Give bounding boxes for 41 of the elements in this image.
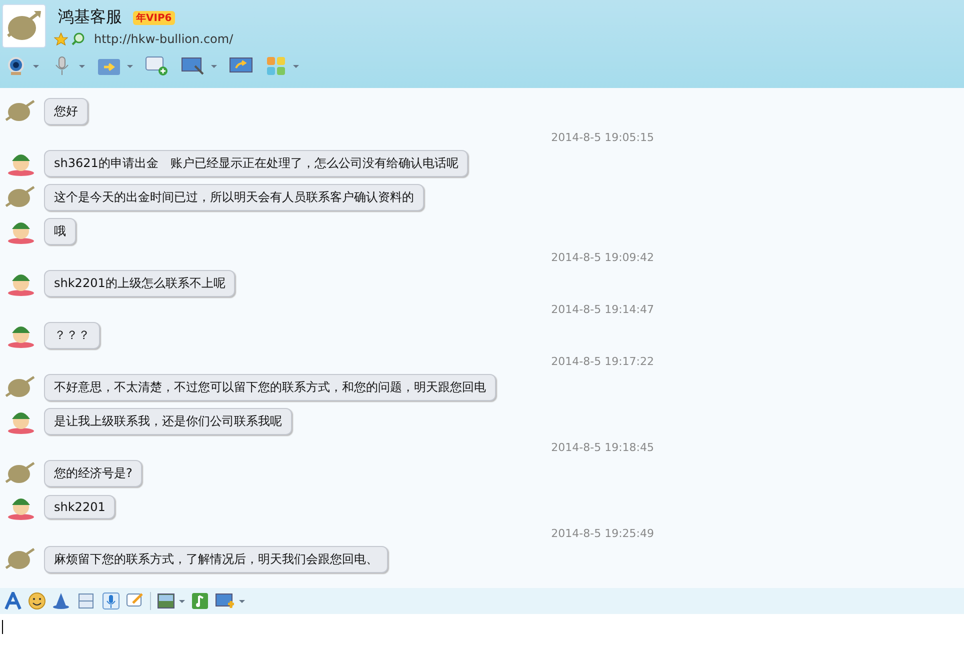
contact-name: 鸿基客服 bbox=[58, 7, 122, 28]
webcam-icon[interactable] bbox=[5, 56, 27, 76]
message-bubble: 是让我上级联系我，还是你们公司联系我呢 bbox=[44, 408, 292, 434]
screen-cursor-icon[interactable] bbox=[181, 56, 205, 76]
search-icon[interactable] bbox=[71, 32, 85, 46]
vip-badge: 年VIP6 bbox=[133, 10, 175, 24]
dropdown-caret-icon[interactable] bbox=[211, 64, 217, 68]
font-icon[interactable] bbox=[4, 592, 22, 610]
music-note-icon[interactable] bbox=[191, 592, 209, 610]
dropdown-caret-icon[interactable] bbox=[239, 600, 245, 602]
microphone-icon[interactable] bbox=[102, 592, 120, 610]
dropdown-caret-icon[interactable] bbox=[33, 64, 39, 68]
message-bubble: ？？？ bbox=[44, 322, 100, 348]
screen-capture-icon[interactable] bbox=[215, 592, 235, 610]
message-timestamp: 2014-8-5 19:17:22 bbox=[550, 355, 654, 368]
dropdown-caret-icon[interactable] bbox=[293, 64, 299, 68]
wizard-hat-icon[interactable] bbox=[52, 592, 70, 610]
message-bubble: 这个是今天的出金时间已过，所以明天会有人员联系客户确认资料的 bbox=[44, 184, 424, 210]
smiley-icon[interactable] bbox=[28, 592, 46, 610]
message-timestamp: 2014-8-5 19:18:45 bbox=[550, 441, 654, 454]
message-bubble: 您好 bbox=[44, 98, 88, 124]
message-bubble: 您的经济号是? bbox=[44, 460, 142, 486]
company-logo-icon bbox=[2, 4, 46, 48]
dropdown-caret-icon[interactable] bbox=[179, 600, 185, 602]
website-link[interactable]: http://hkw-bullion.com/ bbox=[94, 32, 234, 46]
message-timestamp: 2014-8-5 19:25:49 bbox=[550, 527, 654, 540]
film-icon[interactable] bbox=[76, 592, 96, 610]
message-timestamp: 2014-8-5 19:09:42 bbox=[550, 251, 654, 264]
message-bubble: 不好意思，不太清楚，不过您可以留下您的联系方式，和您的问题，明天跟您回电 bbox=[44, 374, 496, 400]
message-add-icon[interactable] bbox=[145, 56, 169, 76]
image-icon[interactable] bbox=[157, 592, 175, 610]
message-bubble: sh3621的申请出金 账户已经显示正在处理了，怎么公司没有给确认电话呢 bbox=[44, 150, 468, 176]
star-icon bbox=[54, 32, 68, 46]
message-bubble: 麻烦留下您的联系方式，了解情况后，明天我们会跟您回电、 bbox=[44, 546, 388, 572]
message-bubble: shk2201 bbox=[44, 495, 116, 519]
message-timestamp: 2014-8-5 19:14:47 bbox=[550, 303, 654, 316]
dropdown-caret-icon[interactable] bbox=[127, 64, 133, 68]
message-bubble: shk2201的上级怎么联系不上呢 bbox=[44, 270, 236, 296]
dropdown-caret-icon[interactable] bbox=[79, 64, 85, 68]
message-bubble: 哦 bbox=[44, 218, 76, 244]
message-timestamp: 2014-8-5 19:05:15 bbox=[550, 131, 654, 144]
